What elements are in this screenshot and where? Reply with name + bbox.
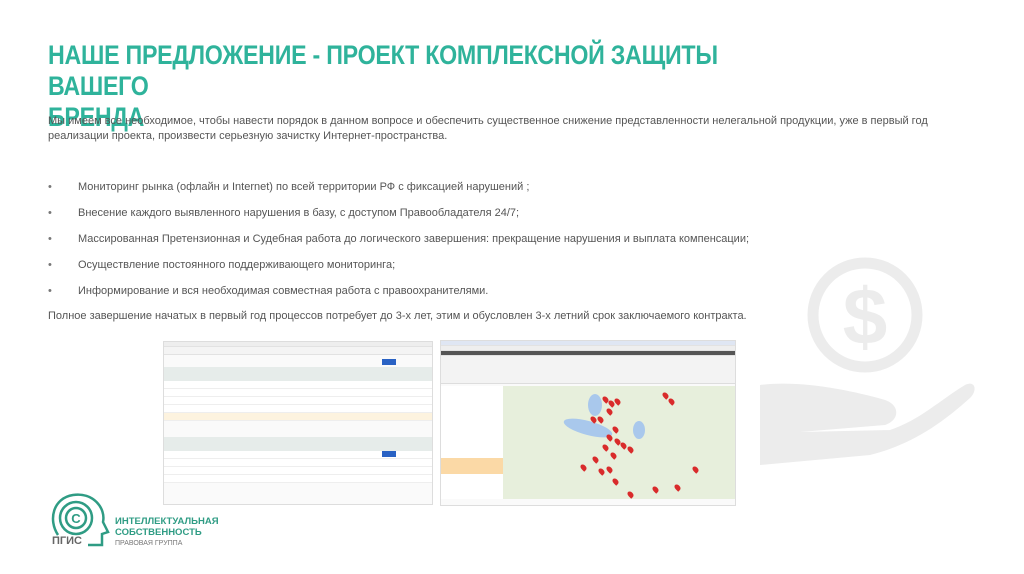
closing-paragraph: Полное завершение начатых в первый год п… [48, 310, 747, 322]
list-item: • Информирование и вся необходимая совмес… [48, 284, 749, 310]
app-toolbar [164, 347, 432, 355]
title-line-1: НАШЕ ПРЕДЛОЖЕНИЕ - ПРОЕКТ КОМПЛЕКСНОЙ ЗА… [48, 40, 718, 101]
logo-text: ИНТЕЛЛЕКТУАЛЬНАЯ СОБСТВЕННОСТЬ ПРАВОВАЯ … [115, 516, 219, 549]
bullet-icon: • [48, 207, 52, 219]
action-button [382, 359, 396, 365]
hand-coin-icon: $ [760, 257, 975, 465]
svg-text:C: C [71, 511, 81, 526]
list-item: • Осуществление постоянного поддерживающе… [48, 258, 749, 284]
table-row [164, 397, 432, 405]
logo-line-1: ИНТЕЛЛЕКТУАЛЬНАЯ [115, 516, 219, 527]
intro-paragraph: Мы имеем все необходимое, чтобы навести … [48, 115, 928, 142]
table-row [164, 405, 432, 413]
filter-panel [441, 356, 735, 384]
table-row [164, 459, 432, 467]
logo-head-icon: C [51, 493, 110, 547]
results-list [441, 386, 503, 499]
table-row [164, 413, 432, 421]
svg-text:$: $ [843, 272, 888, 361]
table-header [164, 367, 432, 381]
list-item-text: Осуществление постоянного поддерживающег… [78, 259, 396, 271]
table-row [164, 381, 432, 389]
bullet-icon: • [48, 181, 52, 193]
logo-subtitle: ПРАВОВАЯ ГРУППА [115, 540, 183, 547]
list-item: • Мониторинг рынка (офлайн и Internet) по… [48, 180, 749, 206]
database-screenshot [163, 341, 433, 505]
table-row [164, 475, 432, 483]
list-item-selected [441, 458, 503, 474]
list-item-text: Информирование и вся необходимая совмест… [78, 285, 489, 297]
logo-abbreviation: ПГИС [52, 535, 82, 547]
list-item-text: Массированная Претензионная и Судебная р… [78, 233, 750, 245]
bullet-icon: • [48, 259, 52, 271]
table-row [164, 467, 432, 475]
table-header [164, 437, 432, 451]
logo-line-2: СОБСТВЕННОСТЬ [115, 527, 202, 538]
action-button [382, 451, 396, 457]
bullet-icon: • [48, 285, 52, 297]
list-item: • Внесение каждого выявленного нарушения … [48, 206, 749, 232]
list-item-text: Внесение каждого выявленного нарушения в… [78, 207, 520, 219]
bullet-icon: • [48, 233, 52, 245]
table-row [164, 389, 432, 397]
bullet-list: • Мониторинг рынка (офлайн и Internet) по… [48, 180, 749, 310]
list-item: • Массированная Претензионная и Судебная … [48, 232, 749, 258]
map-screenshot [440, 340, 736, 506]
list-item-text: Мониторинг рынка (офлайн и Internet) по … [78, 181, 530, 193]
map-view [503, 386, 735, 499]
